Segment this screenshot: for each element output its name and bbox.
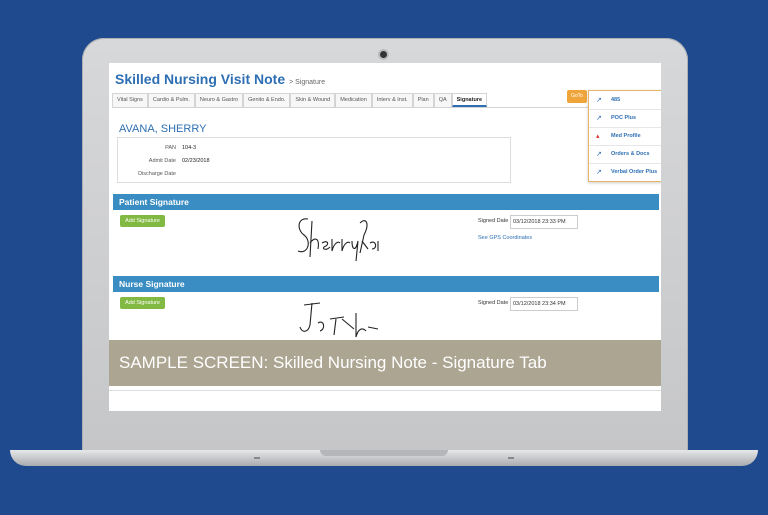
info-label: PAN <box>165 144 176 151</box>
patient-name: AVANA, SHERRY <box>119 123 207 135</box>
nurse-signed-date-label: Signed Date <box>478 300 509 306</box>
page-title-text: Skilled Nursing Visit Note <box>115 71 286 87</box>
info-value: 104-3 <box>182 144 197 151</box>
patient-signature-image <box>297 218 379 262</box>
tab-qa[interactable]: QA <box>433 93 452 107</box>
tab-interv-inst[interactable]: Interv & Inst. <box>371 93 413 107</box>
external-link-icon: ↗ <box>596 151 602 158</box>
patient-signed-date-field[interactable]: 03/12/2018 23:33 PM <box>510 215 578 229</box>
breadcrumb: > Signature <box>289 79 326 86</box>
tab-genito-endo[interactable]: Genito & Endo. <box>243 93 291 107</box>
nurse-signature-image <box>299 302 379 338</box>
goto-item-label: Verbal Order Plus <box>611 169 658 175</box>
goto-item-label: Med Profile <box>611 133 641 139</box>
page-title: Skilled Nursing Visit Note > Signature <box>115 71 325 87</box>
overlay-caption: SAMPLE SCREEN: Skilled Nursing Note - Si… <box>109 340 661 386</box>
goto-item-label: 485 <box>611 97 621 103</box>
laptop-base-notch <box>320 450 448 456</box>
external-link-icon: ↗ <box>596 97 602 104</box>
goto-item-poc-plus[interactable]: ↗ POC Plus <box>589 109 661 128</box>
add-nurse-signature-button[interactable]: Add Signature <box>120 297 165 309</box>
tab-signature[interactable]: Signature <box>451 93 488 107</box>
add-patient-signature-button[interactable]: Add Signature <box>120 215 165 227</box>
info-row-pan: PAN 104-3 <box>118 141 510 154</box>
info-label: Discharge Date <box>138 170 176 177</box>
goto-item-label: POC Plus <box>611 115 637 121</box>
pin-icon: ▴ <box>596 133 600 140</box>
laptop-foot <box>254 457 260 459</box>
tab-plan[interactable]: Plan <box>412 93 434 107</box>
webcam-icon <box>380 51 387 58</box>
tab-neuro-gastro[interactable]: Neuro & Gastro <box>194 93 244 107</box>
goto-button[interactable]: GoTo <box>567 90 587 103</box>
patient-signature-header: Patient Signature <box>113 194 659 210</box>
see-gps-coordinates-link[interactable]: See GPS Coordinates <box>478 235 532 241</box>
external-link-icon: ↗ <box>596 169 602 176</box>
goto-item-label: Orders & Docs <box>611 151 650 157</box>
laptop-foot <box>508 457 514 459</box>
nurse-signature-header: Nurse Signature <box>113 276 659 292</box>
patient-signed-date-label: Signed Date <box>478 218 509 224</box>
info-row-admit-date: Admit Date 02/23/2018 <box>118 154 510 167</box>
info-label: Admit Date <box>148 157 176 164</box>
tab-divider <box>112 107 657 108</box>
goto-item-med-profile[interactable]: ▴ Med Profile <box>589 127 661 146</box>
external-link-icon: ↗ <box>596 115 602 122</box>
goto-item-verbal-order-plus[interactable]: ↗ Verbal Order Plus <box>589 163 661 181</box>
info-value: 02/23/2018 <box>182 157 210 164</box>
tab-vital-signs[interactable]: Vital Signs <box>112 93 148 107</box>
tab-cardio-pulm[interactable]: Cardio & Pulm. <box>147 93 195 107</box>
goto-item-orders-docs[interactable]: ↗ Orders & Docs <box>589 145 661 164</box>
goto-item-485[interactable]: ↗ 485 <box>589 91 661 110</box>
tab-bar: Vital Signs Cardio & Pulm. Neuro & Gastr… <box>112 93 488 107</box>
tab-medication[interactable]: Medication <box>335 93 372 107</box>
info-row-discharge-date: Discharge Date <box>118 167 510 180</box>
patient-info-box: PAN 104-3 Admit Date 02/23/2018 Discharg… <box>117 137 511 183</box>
nurse-signed-date-field[interactable]: 03/12/2018 23:34 PM <box>510 297 578 311</box>
divider <box>109 390 661 391</box>
goto-menu: ↗ 485 ↗ POC Plus ▴ Med Profile ↗ Orders … <box>588 90 661 182</box>
app-screen: Skilled Nursing Visit Note > Signature Vi… <box>109 63 661 411</box>
tab-skin-wound[interactable]: Skin & Wound <box>290 93 336 107</box>
